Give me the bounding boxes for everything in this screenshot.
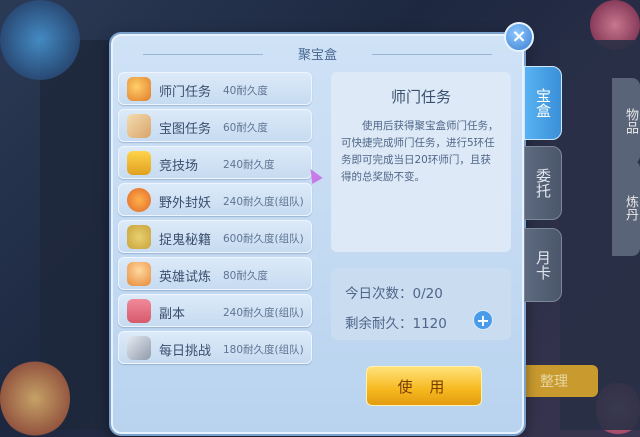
task-name: 宝图任务 <box>159 122 212 137</box>
task-name: 师门任务 <box>159 85 212 100</box>
tab-label: 宝盒 <box>534 88 552 118</box>
task-item-daily-challenge[interactable]: 每日挑战 180耐久度(组队) <box>118 331 312 364</box>
task-name: 捉鬼秘籍 <box>159 233 212 248</box>
ghost-book-icon <box>127 225 151 249</box>
task-name: 每日挑战 <box>159 344 212 359</box>
detail-panel: 师门任务 使用后获得聚宝盒师门任务，可快捷完成师门任务，进行5环任务即可完成当日… <box>331 72 511 252</box>
tab-label: 月卡 <box>534 250 552 280</box>
scroll-seal-icon <box>127 77 151 101</box>
demon-face-icon <box>127 188 151 212</box>
task-cost: 240耐久度 <box>223 159 275 171</box>
detail-title: 师门任务 <box>390 88 451 106</box>
add-durability-button[interactable]: + <box>473 310 493 330</box>
detail-description: 使用后获得聚宝盒师门任务，可快捷完成师门任务，进行5环任务即可完成当日20环师门… <box>341 120 499 183</box>
background-character-topleft <box>0 0 80 80</box>
background-tab-items: 物品 <box>612 78 640 164</box>
title-divider-right <box>372 54 492 55</box>
dungeon-gate-icon <box>127 299 151 323</box>
task-cost: 60耐久度 <box>223 122 268 134</box>
treasure-map-icon <box>127 114 151 138</box>
task-item-arena[interactable]: 竞技场 240耐久度 <box>118 146 312 179</box>
task-item-treasure-map[interactable]: 宝图任务 60耐久度 <box>118 109 312 142</box>
hero-icon <box>127 262 151 286</box>
task-cost: 40耐久度 <box>223 85 268 97</box>
task-cost: 240耐久度(组队) <box>223 196 304 208</box>
use-button[interactable]: 使 用 <box>366 366 482 406</box>
task-name: 英雄试炼 <box>159 270 212 285</box>
task-name: 副本 <box>159 307 186 322</box>
task-cost: 180耐久度(组队) <box>223 344 304 356</box>
background-character-bottomleft <box>0 360 70 437</box>
task-item-ghost-hunt[interactable]: 捉鬼秘籍 600耐久度(组队) <box>118 220 312 253</box>
task-name: 野外封妖 <box>159 196 212 211</box>
tab-treasure-box[interactable]: 宝盒 <box>524 66 562 140</box>
task-cost: 80耐久度 <box>223 270 268 282</box>
close-button[interactable]: × <box>504 22 534 52</box>
task-item-shimen[interactable]: 师门任务 40耐久度 <box>118 72 312 105</box>
remaining-durability: 剩余耐久：1120 <box>345 316 447 332</box>
today-count: 今日次数：0/20 <box>345 286 443 302</box>
task-item-field-demon[interactable]: 野外封妖 240耐久度(组队) <box>118 183 312 216</box>
arena-banner-icon <box>127 151 151 175</box>
task-cost: 600耐久度(组队) <box>223 233 304 245</box>
task-cost: 240耐久度(组队) <box>223 307 304 319</box>
tab-label: 委托 <box>534 168 552 198</box>
tab-commission[interactable]: 委托 <box>524 146 562 220</box>
task-name: 竞技场 <box>159 159 199 174</box>
background-tab-alchemy: 炼丹 <box>612 160 640 256</box>
tab-monthly-card[interactable]: 月卡 <box>524 228 562 302</box>
task-item-hero-trial[interactable]: 英雄试炼 80耐久度 <box>118 257 312 290</box>
task-item-dungeon[interactable]: 副本 240耐久度(组队) <box>118 294 312 327</box>
daily-challenge-icon <box>127 336 151 360</box>
